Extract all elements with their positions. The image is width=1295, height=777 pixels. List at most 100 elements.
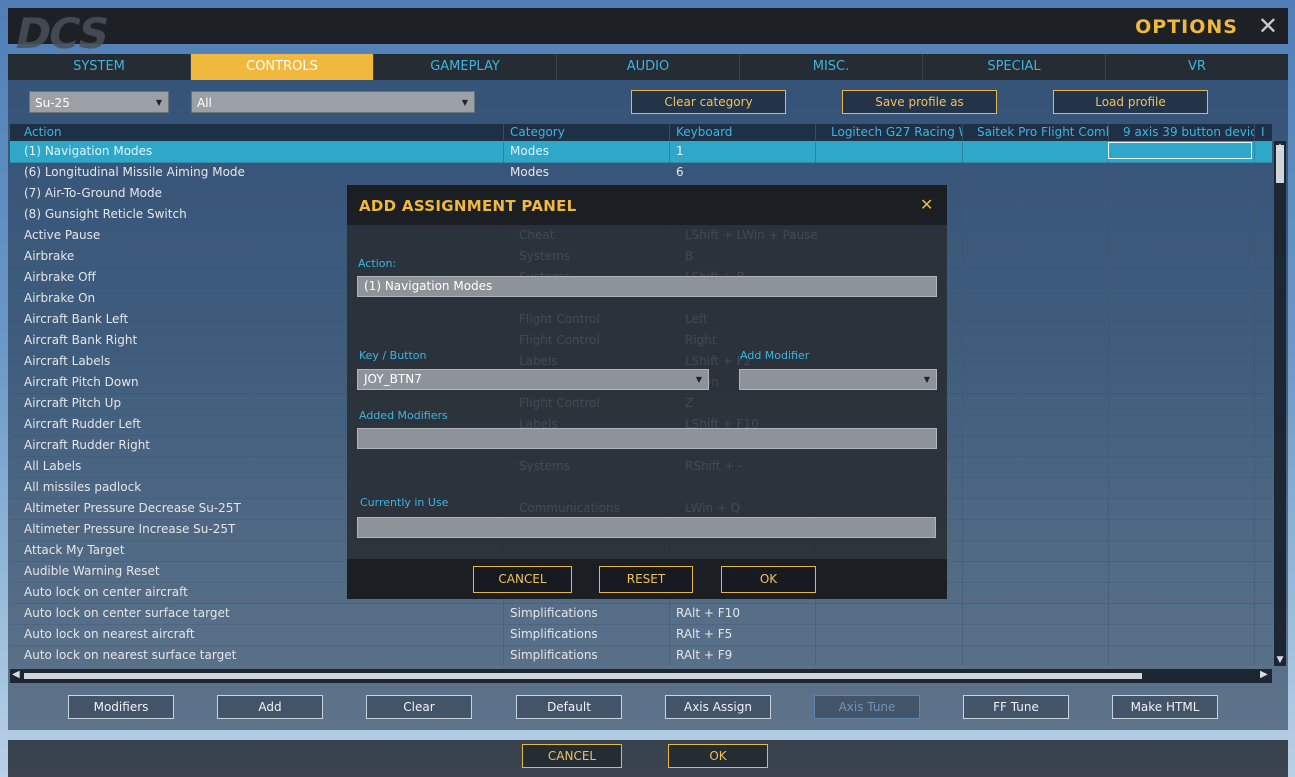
table-cell[interactable] [1254, 225, 1272, 246]
table-cell[interactable] [1108, 204, 1254, 225]
table-cell[interactable] [962, 141, 1108, 162]
table-cell[interactable] [962, 519, 1108, 540]
table-cell[interactable]: Simplifications [503, 624, 669, 645]
table-cell[interactable] [962, 330, 1108, 351]
tab-audio[interactable]: AUDIO [557, 54, 740, 80]
table-cell[interactable] [1108, 519, 1254, 540]
table-cell[interactable] [1254, 624, 1272, 645]
table-cell[interactable] [962, 351, 1108, 372]
table-cell[interactable] [1254, 330, 1272, 351]
table-cell[interactable] [1108, 414, 1254, 435]
panel-close-icon[interactable]: ✕ [920, 195, 933, 214]
table-cell[interactable] [1254, 393, 1272, 414]
table-cell[interactable] [1254, 351, 1272, 372]
column-header-extra[interactable]: I [1254, 124, 1272, 141]
table-cell[interactable]: Simplifications [503, 603, 669, 624]
table-cell[interactable] [962, 183, 1108, 204]
scroll-left-icon[interactable]: ◀ [12, 669, 20, 680]
table-cell[interactable] [1254, 204, 1272, 225]
tab-gameplay[interactable]: GAMEPLAY [374, 54, 557, 80]
table-cell[interactable] [962, 561, 1108, 582]
table-cell[interactable]: (1) Navigation Modes [10, 141, 503, 162]
column-header-keyboard[interactable]: Keyboard [669, 124, 815, 141]
panel-ok-button[interactable]: OK [721, 566, 816, 593]
table-cell[interactable] [1108, 582, 1254, 603]
category-select[interactable]: All ▼ [191, 91, 475, 113]
tab-misc[interactable]: MISC. [740, 54, 923, 80]
clear-button[interactable]: Clear [366, 695, 472, 719]
default-button[interactable]: Default [516, 695, 622, 719]
table-cell[interactable] [962, 309, 1108, 330]
table-cell[interactable] [1254, 246, 1272, 267]
table-cell[interactable] [815, 162, 962, 183]
tab-special[interactable]: SPECIAL [923, 54, 1106, 80]
table-cell[interactable] [815, 141, 962, 162]
column-header-category[interactable]: Category [503, 124, 669, 141]
table-cell[interactable] [1108, 225, 1254, 246]
add-modifier-select[interactable]: ▼ [739, 369, 937, 390]
ff-tune-button[interactable]: FF Tune [963, 695, 1069, 719]
vertical-scrollbar[interactable] [1274, 141, 1286, 666]
modifiers-button[interactable]: Modifiers [68, 695, 174, 719]
table-cell[interactable] [962, 246, 1108, 267]
table-cell[interactable] [962, 267, 1108, 288]
table-cell[interactable] [962, 372, 1108, 393]
tab-controls[interactable]: CONTROLS [191, 54, 374, 80]
table-cell[interactable] [1254, 162, 1272, 183]
table-row[interactable]: Auto lock on nearest surface target Simpl… [10, 645, 1272, 666]
table-cell[interactable]: Auto lock on nearest aircraft [10, 624, 503, 645]
axis-tune-button[interactable]: Axis Tune [814, 695, 920, 719]
table-cell[interactable] [962, 414, 1108, 435]
table-cell[interactable]: Auto lock on center surface target [10, 603, 503, 624]
column-header-action[interactable]: Action [10, 124, 503, 141]
close-icon[interactable]: ✕ [1258, 12, 1278, 40]
table-cell[interactable] [962, 162, 1108, 183]
table-cell[interactable] [962, 204, 1108, 225]
table-cell[interactable] [1108, 288, 1254, 309]
table-cell[interactable] [815, 603, 962, 624]
scroll-down-icon[interactable]: ▼ [1274, 655, 1286, 665]
tab-vr[interactable]: VR [1106, 54, 1288, 80]
footer-cancel-button[interactable]: CANCEL [522, 744, 622, 768]
table-row[interactable]: Auto lock on nearest aircraft Simplificat… [10, 624, 1272, 646]
table-cell[interactable] [962, 456, 1108, 477]
panel-reset-button[interactable]: RESET [599, 566, 693, 593]
table-cell[interactable] [815, 645, 962, 666]
table-row[interactable]: (6) Longitudinal Missile Aiming Mode Mode… [10, 162, 1272, 184]
column-header-saitek[interactable]: Saitek Pro Flight Comb [962, 124, 1108, 141]
table-cell[interactable]: (6) Longitudinal Missile Aiming Mode [10, 162, 503, 183]
table-cell[interactable] [1254, 582, 1272, 603]
table-cell[interactable] [1108, 351, 1254, 372]
scroll-up-icon[interactable]: ▲ [1274, 142, 1286, 152]
table-cell[interactable] [962, 435, 1108, 456]
tab-system[interactable]: SYSTEM [8, 54, 191, 80]
table-cell[interactable] [1108, 645, 1254, 666]
table-cell[interactable] [1254, 141, 1272, 162]
table-cell[interactable] [962, 225, 1108, 246]
table-cell[interactable] [815, 624, 962, 645]
table-cell[interactable] [1108, 498, 1254, 519]
table-cell[interactable]: RAlt + F10 [669, 603, 815, 624]
table-cell[interactable] [1108, 246, 1254, 267]
table-cell[interactable] [1254, 540, 1272, 561]
table-cell[interactable] [1108, 624, 1254, 645]
table-cell[interactable] [962, 582, 1108, 603]
table-cell[interactable] [1254, 498, 1272, 519]
table-cell[interactable] [1254, 519, 1272, 540]
table-cell[interactable] [1108, 435, 1254, 456]
table-cell[interactable] [962, 477, 1108, 498]
table-cell[interactable] [1254, 645, 1272, 666]
save-profile-button[interactable]: Save profile as [842, 90, 997, 114]
table-cell[interactable] [1254, 267, 1272, 288]
column-header-9axis[interactable]: 9 axis 39 button device [1108, 124, 1254, 141]
clear-category-button[interactable]: Clear category [631, 90, 786, 114]
table-cell[interactable] [962, 393, 1108, 414]
table-cell[interactable] [962, 498, 1108, 519]
table-cell[interactable] [1254, 456, 1272, 477]
table-cell[interactable] [962, 645, 1108, 666]
table-cell[interactable]: 1 [669, 141, 815, 162]
add-button[interactable]: Add [217, 695, 323, 719]
table-row[interactable]: (1) Navigation Modes Modes 1 [10, 141, 1272, 163]
table-cell[interactable] [1108, 162, 1254, 183]
table-cell[interactable]: RAlt + F9 [669, 645, 815, 666]
